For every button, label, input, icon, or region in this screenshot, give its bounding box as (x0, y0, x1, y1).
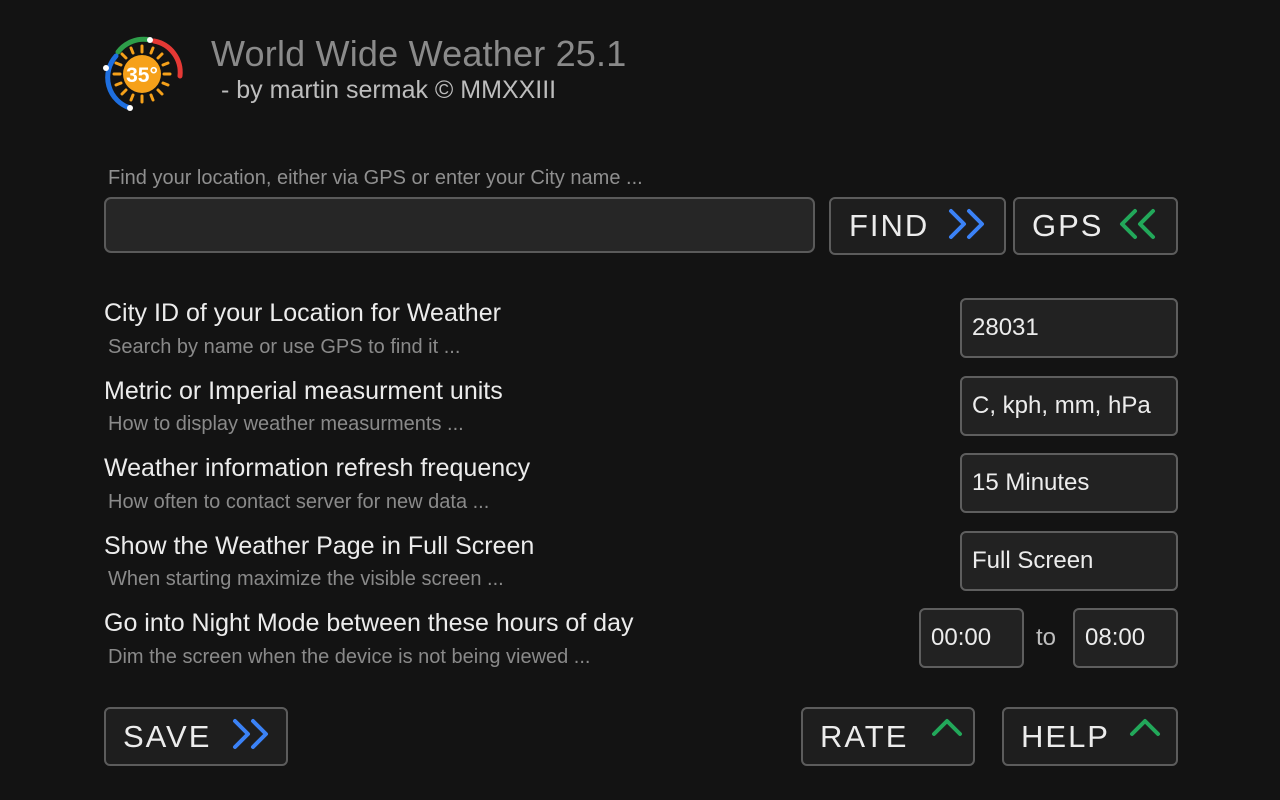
fullscreen-label: Show the Weather Page in Full Screen (104, 532, 535, 560)
help-button[interactable]: HELP (1002, 707, 1178, 766)
city-id-field[interactable]: 28031 (960, 298, 1178, 358)
rate-button[interactable]: RATE (801, 707, 975, 766)
units-label: Metric or Imperial measurment units (104, 377, 503, 405)
fullscreen-select[interactable]: Full Screen (960, 531, 1178, 591)
find-button-label: FIND (849, 208, 930, 243)
location-search-input[interactable] (104, 197, 815, 253)
find-button[interactable]: FIND (829, 197, 1006, 255)
city-id-label: City ID of your Location for Weather (104, 299, 501, 327)
double-chevron-left-icon (1117, 207, 1159, 246)
double-chevron-right-icon (947, 207, 989, 246)
app-title: World Wide Weather 25.1 (211, 33, 627, 74)
fullscreen-hint: When starting maximize the visible scree… (108, 568, 504, 590)
chevron-up-icon (1128, 716, 1162, 743)
night-mode-hint: Dim the screen when the device is not be… (108, 646, 591, 668)
gps-button-label: GPS (1032, 208, 1104, 243)
double-chevron-right-icon (231, 717, 273, 756)
settings-screen: 35° World Wide Weather 25.1 - by martin … (0, 0, 1280, 800)
units-select[interactable]: C, kph, mm, hPa (960, 376, 1178, 436)
chevron-up-icon (930, 716, 964, 743)
logo-temperature: 35° (126, 64, 158, 87)
help-button-label: HELP (1021, 718, 1110, 754)
save-button[interactable]: SAVE (104, 707, 288, 766)
gps-button[interactable]: GPS (1013, 197, 1178, 255)
night-end-field[interactable]: 08:00 (1073, 608, 1178, 668)
refresh-select[interactable]: 15 Minutes (960, 453, 1178, 513)
night-mode-label: Go into Night Mode between these hours o… (104, 609, 634, 637)
night-range-to-label: to (1036, 624, 1057, 651)
app-logo: 35° (98, 32, 184, 114)
refresh-label: Weather information refresh frequency (104, 454, 531, 482)
app-subtitle: - by martin sermak © MMXXIII (221, 76, 557, 104)
night-start-field[interactable]: 00:00 (919, 608, 1024, 668)
rate-button-label: RATE (820, 718, 909, 754)
save-button-label: SAVE (123, 718, 212, 754)
city-id-hint: Search by name or use GPS to find it ... (108, 336, 461, 358)
refresh-hint: How often to contact server for new data… (108, 491, 490, 513)
search-hint: Find your location, either via GPS or en… (108, 167, 643, 189)
units-hint: How to display weather measurments ... (108, 413, 464, 435)
